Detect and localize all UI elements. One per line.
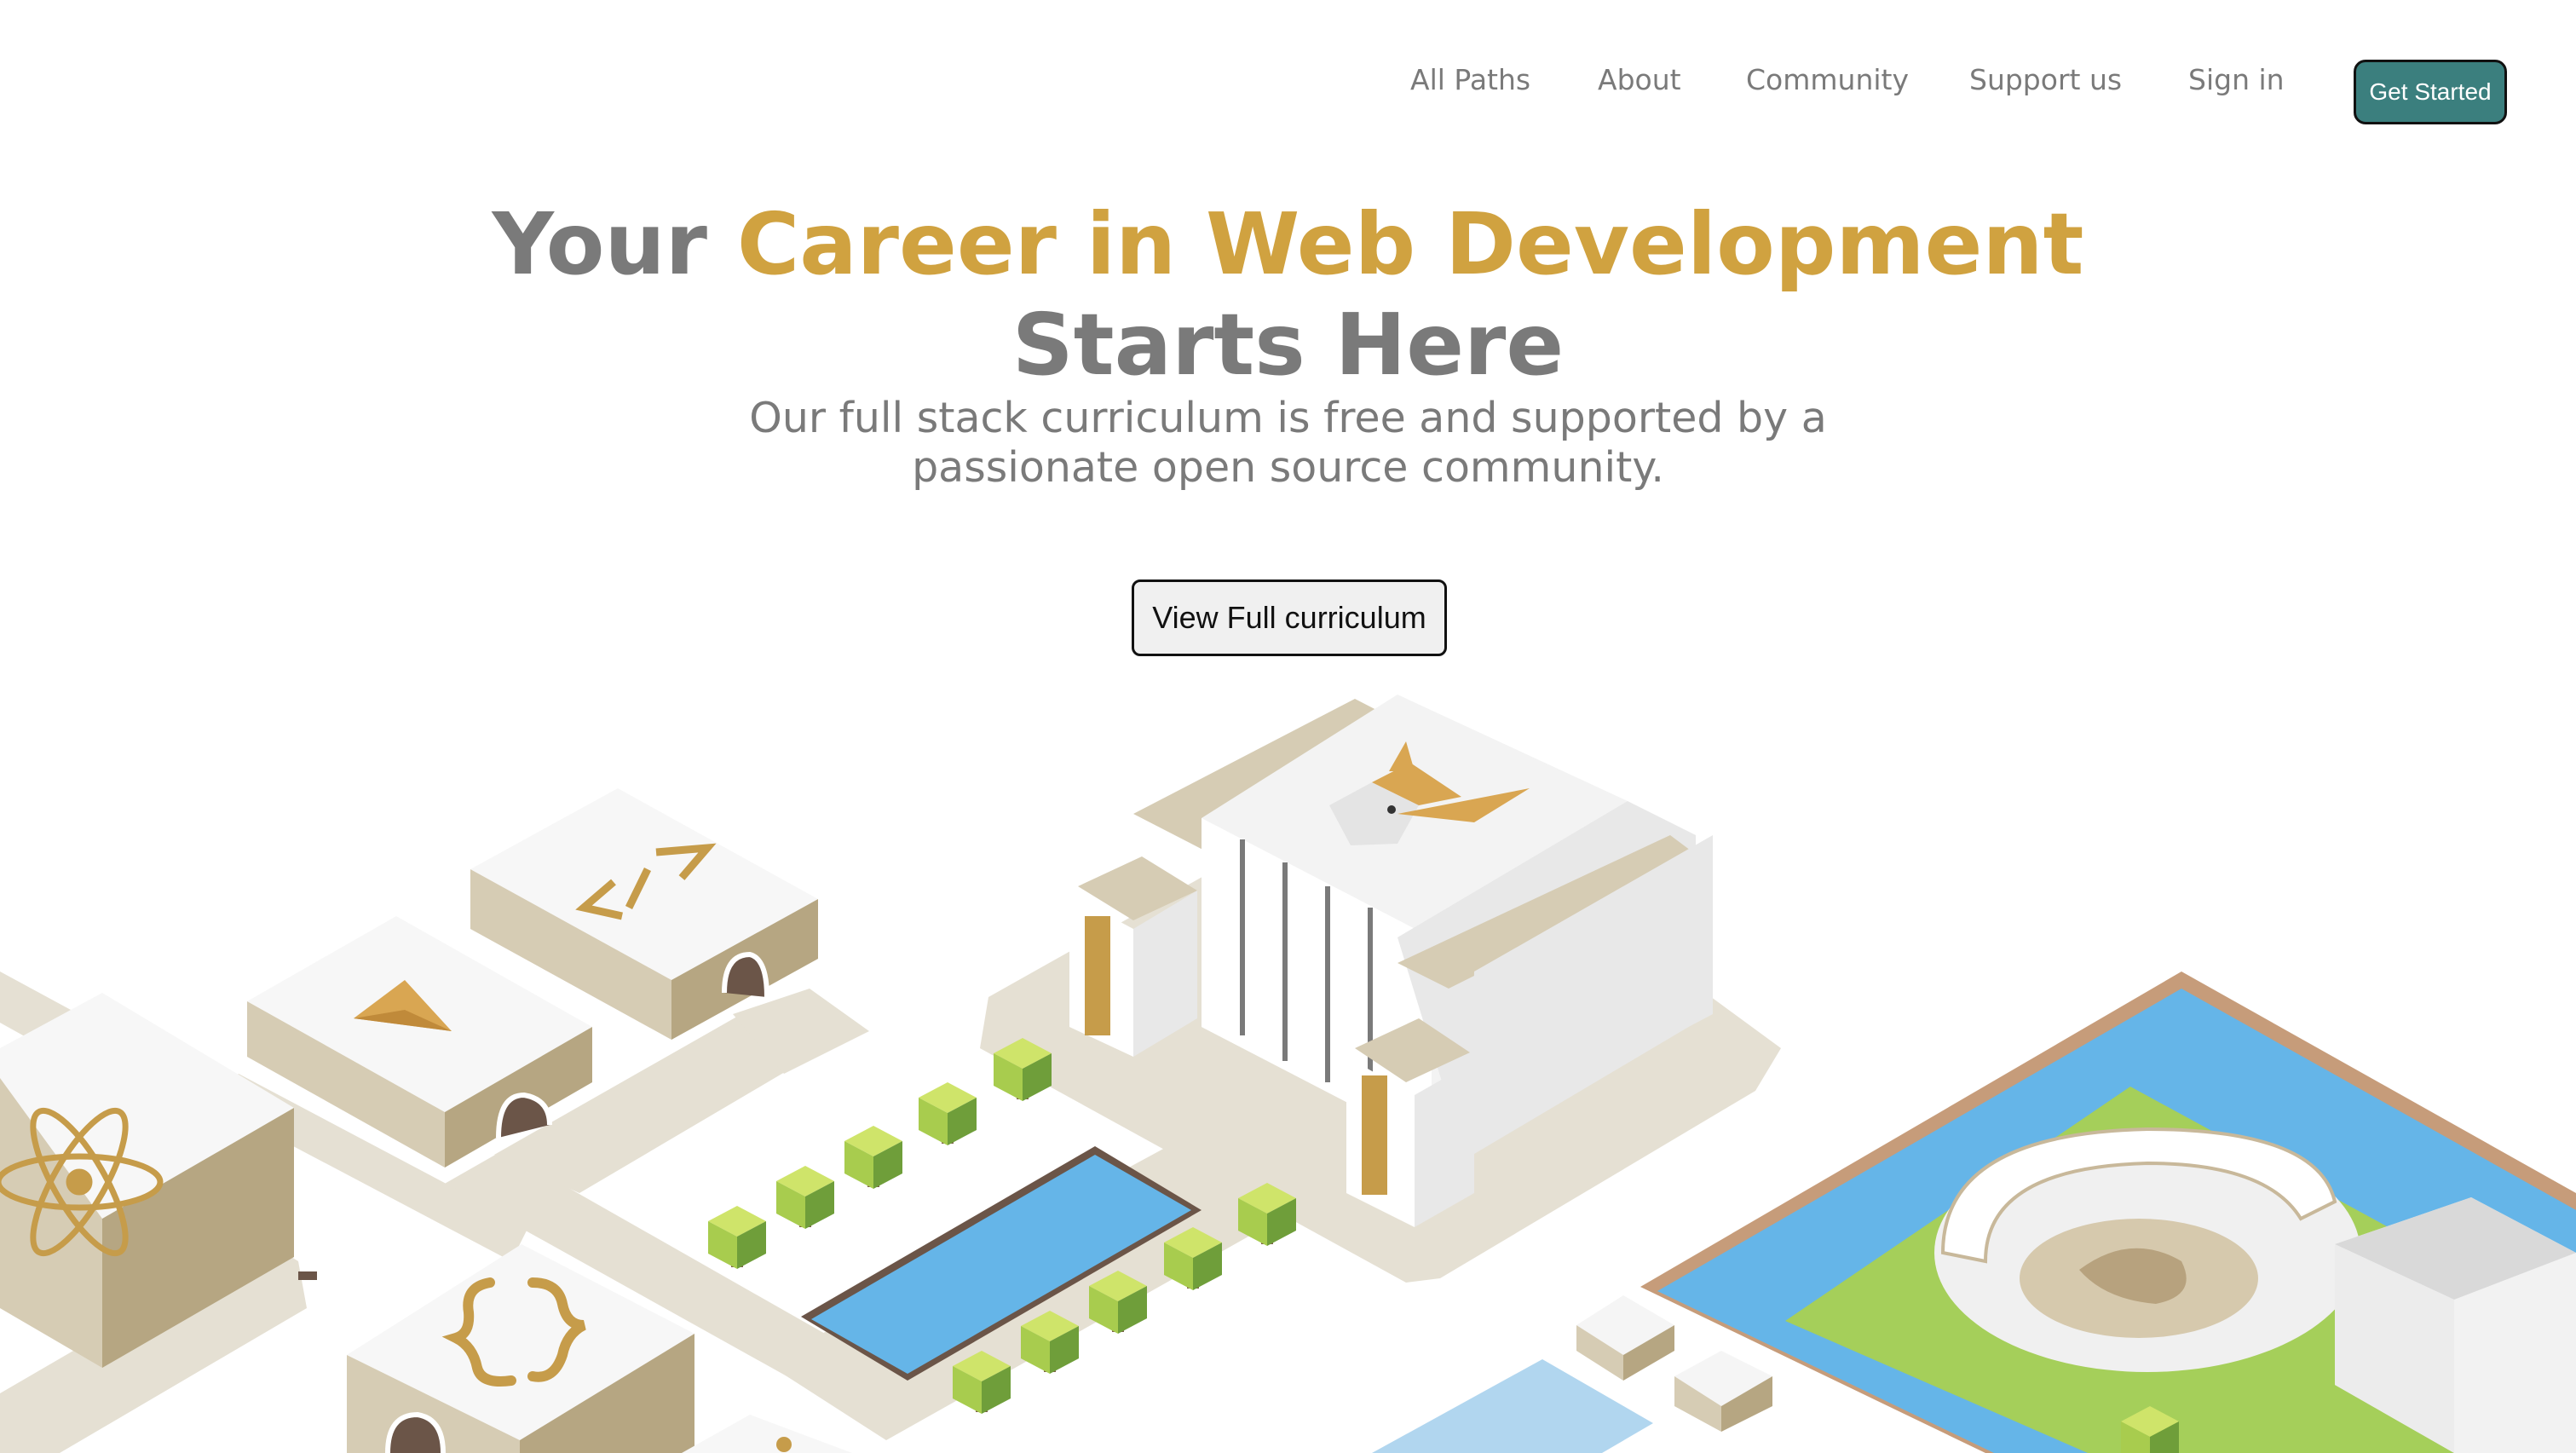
view-full-curriculum-button[interactable]: View Full curriculum: [1132, 579, 1447, 656]
nav-link-support-us[interactable]: Support us: [1969, 55, 2122, 106]
get-started-button[interactable]: Get Started: [2354, 60, 2507, 124]
hero-title-lead: Your: [492, 194, 737, 294]
hero-subtitle-line-1: Our full stack curriculum is free and su…: [749, 394, 1827, 442]
hero-subtitle-line-2: passionate open source community.: [912, 443, 1664, 492]
hero-title-tail: Starts Here: [1011, 295, 1565, 395]
hero-title-accent: Career in Web Development: [736, 194, 2084, 294]
isometric-campus-illustration: [0, 695, 2576, 1453]
platform-bottom-partial: [682, 1415, 852, 1453]
nav-link-all-paths[interactable]: All Paths: [1410, 55, 1530, 106]
hero-subtitle: Our full stack curriculum is free and su…: [0, 394, 2576, 493]
nav-link-community[interactable]: Community: [1746, 55, 1909, 106]
hero-title: Your Career in Web Development Starts He…: [0, 194, 2576, 395]
stadium-island: [1640, 972, 2576, 1453]
nav-link-sign-in[interactable]: Sign in: [2188, 55, 2285, 106]
nav-link-about[interactable]: About: [1598, 55, 1681, 106]
top-navigation: All Paths About Community Support us Sig…: [0, 0, 2576, 162]
